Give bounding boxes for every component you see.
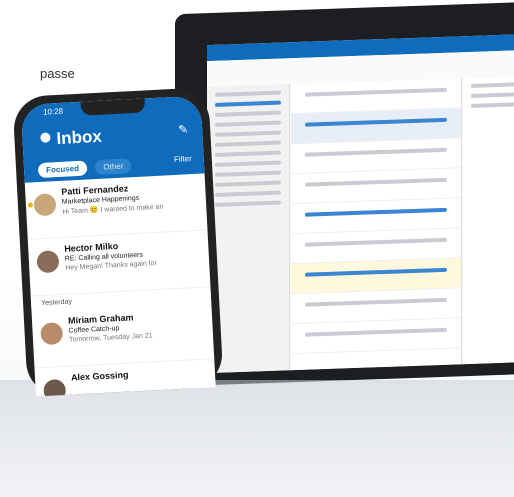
status-time: 10:28 — [42, 106, 64, 117]
phone-notch — [80, 98, 146, 116]
unread-dot — [27, 202, 34, 208]
outlook-desktop-screen — [207, 33, 514, 374]
message-list — [291, 78, 462, 371]
inbox-title: Inbox — [56, 126, 103, 149]
filter-button[interactable]: Filter — [174, 154, 192, 164]
reading-pane — [463, 75, 514, 365]
inbox-header: 10:28 Inbox ✎ Focused Other Filter — [20, 95, 205, 183]
compose-icon[interactable]: ✎ — [178, 122, 189, 137]
list-item[interactable]: Hector Milko RE: Calling all volunteers … — [27, 230, 211, 297]
list-item[interactable]: Miriam Graham Coffee Catch-up Tomorrow, … — [31, 302, 215, 369]
phone-screen: 10:28 Inbox ✎ Focused Other Filter Patti… — [20, 95, 216, 397]
account-icon[interactable] — [40, 132, 51, 143]
avatar — [40, 322, 64, 346]
tab-other[interactable]: Other — [95, 158, 132, 176]
avatar — [33, 193, 57, 217]
laptop-device — [175, 1, 514, 387]
phone-device: 10:28 Inbox ✎ Focused Other Filter Patti… — [12, 87, 224, 397]
message-row — [291, 318, 461, 355]
caption-fragment: passe — [40, 66, 75, 81]
list-item[interactable]: Patti Fernandez Marketplace Happenings H… — [24, 173, 208, 240]
sender: Alex Gossing — [70, 369, 129, 383]
tab-focused[interactable]: Focused — [37, 160, 88, 179]
avatar — [36, 250, 60, 274]
device-reflection — [0, 380, 514, 497]
avatar — [43, 378, 67, 397]
